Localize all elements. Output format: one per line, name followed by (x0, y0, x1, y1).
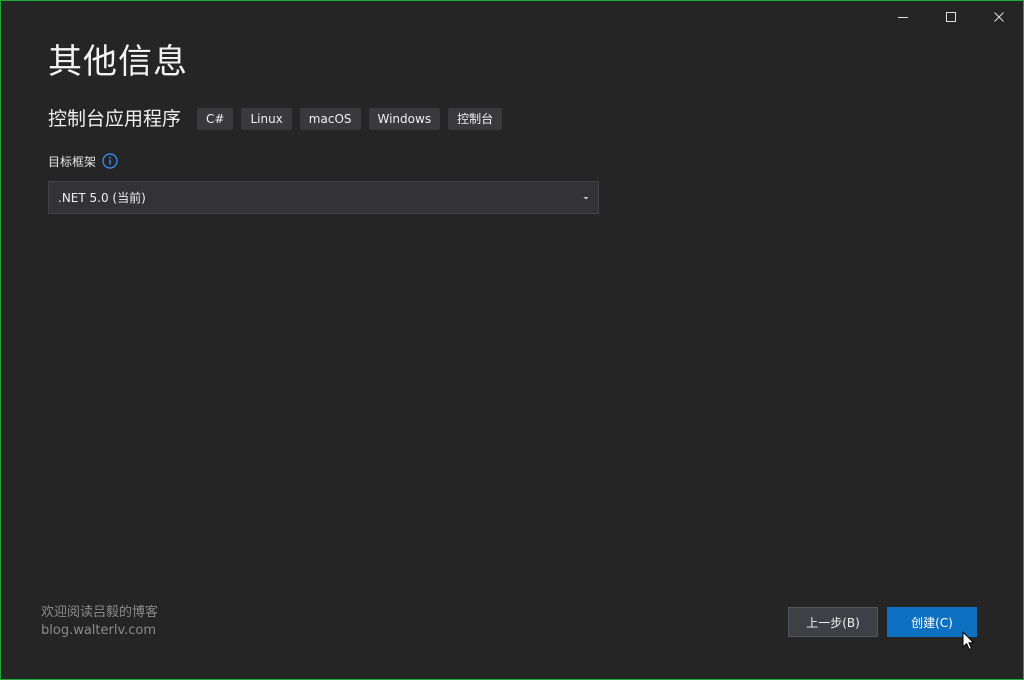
tag-macos: macOS (299, 108, 361, 130)
create-button[interactable]: 创建(C) (887, 607, 977, 637)
tag-console: 控制台 (448, 108, 503, 130)
back-button[interactable]: 上一步(B) (788, 607, 878, 637)
chevron-down-icon (582, 194, 590, 202)
watermark: 欢迎阅读吕毅的博客 blog.walterlv.com (41, 604, 158, 640)
template-header: 控制台应用程序 C# Linux macOS Windows 控制台 (48, 105, 503, 133)
framework-label: 目标框架 (48, 154, 97, 169)
info-icon[interactable] (102, 153, 118, 169)
tag-windows: Windows (368, 108, 441, 130)
template-tags: C# Linux macOS Windows 控制台 (197, 108, 503, 130)
maximize-icon (946, 12, 956, 22)
template-name: 控制台应用程序 (48, 108, 182, 130)
close-button[interactable] (975, 1, 1023, 33)
minimize-button[interactable] (879, 1, 927, 33)
window-controls (879, 1, 1023, 33)
framework-select[interactable]: .NET 5.0 (当前) (48, 181, 599, 214)
maximize-button[interactable] (927, 1, 975, 33)
watermark-line1: 欢迎阅读吕毅的博客 (41, 605, 159, 620)
watermark-line2: blog.walterlv.com (41, 623, 157, 638)
dialog-window: 其他信息 控制台应用程序 C# Linux macOS Windows 控制台 … (0, 0, 1024, 680)
minimize-icon (898, 17, 908, 18)
framework-select-value: .NET 5.0 (当前) (58, 191, 146, 205)
framework-label-row: 目标框架 (48, 151, 118, 171)
footer-buttons: 上一步(B) 创建(C) (788, 607, 977, 637)
page-title: 其他信息 (48, 42, 188, 82)
close-icon (994, 12, 1004, 22)
tag-linux: Linux (241, 108, 292, 130)
tag-csharp: C# (197, 108, 234, 130)
